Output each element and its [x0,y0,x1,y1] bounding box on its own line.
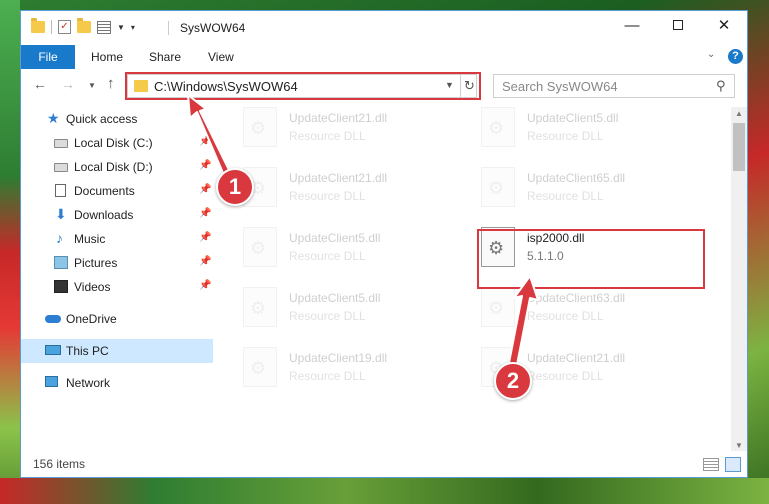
annotation-arrows [187,94,539,371]
step-marker-1: 1 [216,168,254,206]
step-marker-2: 2 [494,362,532,400]
arrow-to-address-bar [187,94,233,181]
arrow-to-file [507,275,539,371]
